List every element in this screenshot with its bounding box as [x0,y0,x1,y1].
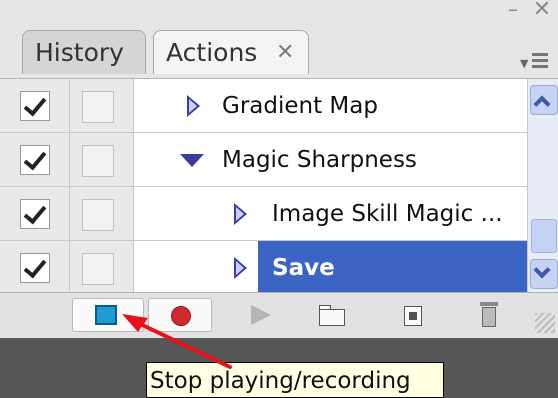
action-row-image-skill[interactable]: Image Skill Magic ... [0,187,527,241]
toggle-checkbox[interactable] [20,199,50,229]
panel-menu-bar [532,59,548,62]
actions-list: Gradient Map Magic Sharpness Image Skill… [0,78,558,295]
dialog-toggle[interactable] [82,145,114,177]
close-icon[interactable]: ✕ [532,0,552,21]
dialog-cell [70,79,134,132]
stop-icon [95,305,117,325]
play-icon [251,305,271,325]
resize-grip-icon[interactable] [535,313,555,333]
panel-menu-arrow-icon: ▼ [520,57,529,70]
tooltip: Stop playing/recording [146,362,444,398]
action-row-gradient-map[interactable]: Gradient Map [0,79,527,133]
expand-triangle-icon[interactable] [234,203,247,225]
tooltip-text: Stop playing/recording [150,368,411,394]
folder-icon [319,309,345,326]
dialog-toggle[interactable] [82,199,114,231]
panel-menu-bar [532,53,548,56]
dialog-toggle[interactable] [82,91,114,123]
dialog-toggle[interactable] [82,253,114,285]
play-selection-button[interactable] [245,298,285,332]
dialog-cell [70,133,134,186]
toggle-checkbox[interactable] [20,145,50,175]
minimize-icon[interactable]: – [505,0,521,19]
action-label: Save [272,255,335,281]
expand-triangle-icon[interactable] [187,95,200,117]
toggle-cell [0,79,70,132]
chevron-down-icon [533,261,551,279]
trash-icon [482,307,496,327]
scroll-down-button[interactable] [530,259,558,289]
action-row-save[interactable]: Save [0,241,527,295]
selected-row-highlight: Save [258,241,527,295]
chevron-up-icon [533,95,551,113]
tab-history[interactable]: History [22,30,146,74]
new-action-icon [404,306,422,326]
panel-menu-icon[interactable]: ▼ [520,50,550,72]
action-label: Magic Sharpness [222,147,417,173]
scroll-thumb[interactable] [531,219,557,253]
dialog-cell [70,241,134,294]
action-row-magic-sharpness[interactable]: Magic Sharpness [0,133,527,187]
action-label: Gradient Map [222,93,378,119]
panel-menu-bar [532,65,548,68]
toggle-checkbox[interactable] [20,91,50,121]
vertical-scrollbar[interactable] [527,79,558,293]
actions-toolbar [0,292,558,338]
begin-recording-button[interactable] [148,298,212,332]
action-label: Image Skill Magic ... [272,201,503,227]
trash-lid [480,302,498,306]
toggle-cell [0,133,70,186]
collapse-triangle-icon[interactable] [180,154,204,167]
create-new-action-button[interactable] [398,298,434,332]
toggle-cell [0,187,70,240]
record-icon [171,306,191,326]
delete-button[interactable] [474,298,510,332]
tab-actions[interactable]: Actions ✕ [153,30,309,74]
create-new-set-button[interactable] [315,298,351,332]
dialog-cell [70,187,134,240]
toggle-cell [0,241,70,294]
expand-triangle-icon[interactable] [234,257,247,279]
panel-header: – ✕ History Actions ✕ ▼ [0,0,558,82]
tab-actions-label: Actions [166,38,258,67]
stop-playing-recording-button[interactable] [72,298,144,332]
scroll-up-button[interactable] [530,85,558,115]
tab-history-label: History [35,38,124,67]
toggle-checkbox[interactable] [20,253,50,283]
actions-panel: – ✕ History Actions ✕ ▼ Gradient Map Mag… [0,0,558,398]
tab-close-icon[interactable]: ✕ [276,31,294,75]
